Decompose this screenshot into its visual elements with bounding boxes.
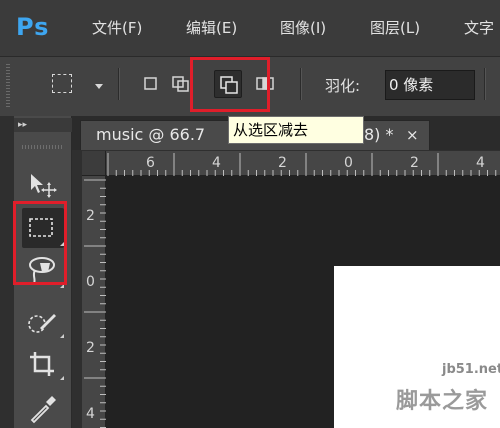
ruler-label: 4 (476, 155, 485, 171)
ruler-origin[interactable] (82, 151, 106, 176)
chevron-down-icon[interactable] (95, 84, 103, 89)
close-icon[interactable]: × (406, 124, 419, 146)
tool-group-indicator (60, 334, 64, 338)
ruler-label: 0 (86, 274, 95, 290)
ruler-label: 6 (146, 155, 155, 171)
menu-type[interactable]: 文字 (464, 17, 494, 39)
menu-layer[interactable]: 图层(L) (370, 17, 420, 39)
move-tool[interactable] (22, 165, 64, 205)
new-selection-button[interactable] (136, 70, 164, 98)
options-divider (300, 68, 301, 100)
highlight-selection-tools (13, 201, 67, 285)
rect-marquee-icon (52, 74, 72, 93)
options-bar-grip[interactable] (6, 64, 10, 108)
tools-panel-grip[interactable] (22, 145, 62, 149)
quick-selection-icon (28, 314, 56, 333)
collapse-icon[interactable]: ▸▸ (18, 119, 27, 131)
crop-icon (30, 352, 54, 376)
ruler-label: 4 (212, 155, 221, 171)
menu-file[interactable]: 文件(F) (92, 17, 142, 39)
menu-bar (0, 0, 500, 56)
options-divider (484, 68, 485, 100)
ruler-label: 2 (278, 155, 287, 171)
watermark-url: jb51.net (442, 362, 500, 377)
ruler-ticks (107, 153, 497, 176)
move-icon (31, 174, 57, 198)
horizontal-ruler[interactable] (106, 151, 500, 176)
ruler-label: 2 (86, 340, 95, 356)
menu-image[interactable]: 图像(I) (280, 17, 326, 39)
tooltip: 从选区减去 (228, 116, 364, 144)
highlight-subtract-button (190, 57, 270, 112)
ruler-label: 4 (86, 406, 95, 422)
menu-edit[interactable]: 编辑(E) (186, 17, 237, 39)
ruler-label: 0 (344, 155, 353, 171)
document-tab-title-suffix: 8) * (364, 125, 394, 144)
quick-selection-tool[interactable] (22, 304, 64, 344)
ruler-label: 2 (86, 208, 95, 224)
crop-tool[interactable] (22, 344, 64, 384)
eyedropper-icon (30, 396, 56, 424)
feather-input[interactable]: 0 像素 (385, 70, 475, 100)
options-divider (118, 68, 119, 100)
feather-label: 羽化: (325, 77, 361, 95)
tool-preset-picker[interactable] (50, 72, 76, 96)
photoshop-logo: Ps (16, 13, 50, 41)
watermark-name: 脚本之家 (396, 389, 489, 414)
ruler-label: 2 (410, 155, 419, 171)
tool-group-indicator (60, 376, 64, 380)
new-selection-icon (144, 77, 157, 90)
eyedropper-tool[interactable] (22, 388, 64, 428)
document-tab-title: music @ 66.7 (96, 125, 206, 144)
